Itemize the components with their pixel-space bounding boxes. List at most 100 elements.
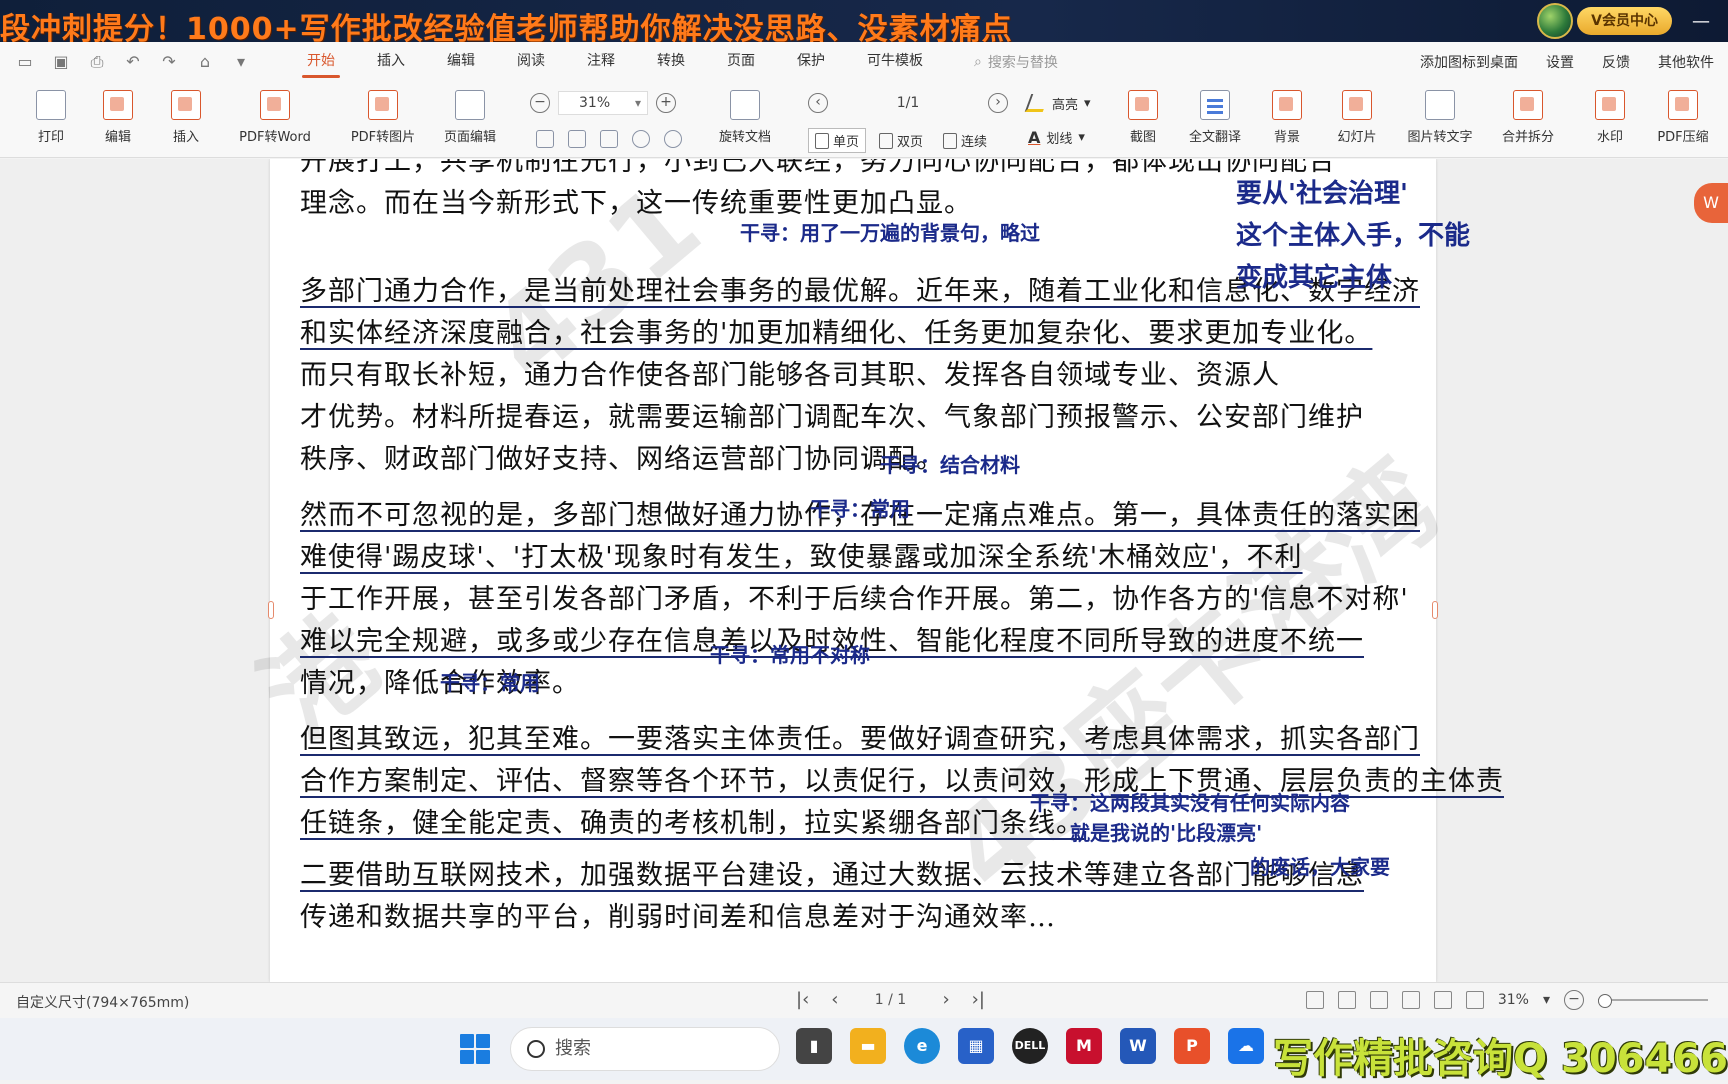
right-resize-handle[interactable] <box>1432 601 1438 619</box>
task-view-icon[interactable]: ▮ <box>796 1028 832 1064</box>
prev-page-icon[interactable]: ‹ <box>831 989 838 1010</box>
vip-center-button[interactable]: V会员中心 <box>1577 7 1672 35</box>
tab-templates[interactable]: 可牛模板 <box>846 42 944 82</box>
zoom-slider[interactable] <box>1598 994 1708 1008</box>
page-indicator[interactable]: 1/1 <box>897 95 920 111</box>
mcafee-icon[interactable]: M <box>1066 1028 1102 1064</box>
edit-label: 编辑 <box>104 130 131 145</box>
chevron-down-icon[interactable]: ▾ <box>230 52 252 72</box>
tab-protect[interactable]: 保护 <box>776 42 846 82</box>
pdf-to-image-button[interactable]: PDF转图片 <box>340 90 426 145</box>
essay-line: 难使得'踢皮球'、'打太极'现象时有发生，致使暴露或加深全系统'木桶效应'，不利 <box>300 542 1303 573</box>
continuous-view-icon[interactable] <box>1433 991 1452 1009</box>
slideshow-button[interactable]: 幻灯片 <box>1314 90 1400 145</box>
tab-start[interactable]: 开始 <box>286 42 356 82</box>
actual-size-icon[interactable] <box>600 130 618 148</box>
edge-browser-icon[interactable]: e <box>904 1028 940 1064</box>
rotate-left-icon[interactable] <box>632 130 650 148</box>
essay-line: 而只有取长补短，通力合作使各部门能够各司其职、发挥各自领域专业、资源人 <box>300 360 1280 391</box>
fit-width-icon[interactable] <box>536 130 554 148</box>
save-icon[interactable]: ▣ <box>50 52 72 72</box>
undo-icon[interactable]: ↶ <box>122 52 144 72</box>
actual-size-icon[interactable] <box>1369 991 1388 1009</box>
settings-link[interactable]: 设置 <box>1532 52 1588 72</box>
view-mode-icon[interactable] <box>1305 991 1324 1009</box>
open-folder-icon[interactable]: ▭ <box>14 52 36 72</box>
strikethrough-button[interactable]: A 划线 ▾ <box>1028 124 1091 150</box>
background-icon <box>1272 90 1302 120</box>
pdf-app-icon[interactable]: P <box>1174 1028 1210 1064</box>
double-page-button[interactable]: 双页 <box>872 128 930 153</box>
page-size-label: 自定义尺寸(794×765mm) <box>16 995 190 1011</box>
rotate-doc-button[interactable]: 旋转文档 <box>702 90 788 145</box>
fit-page-icon[interactable] <box>568 130 586 148</box>
last-page-icon[interactable]: ›| <box>972 989 985 1010</box>
highlight-label: 高亮 <box>1052 97 1079 113</box>
other-software-link[interactable]: 其他软件 <box>1644 52 1728 72</box>
first-page-icon[interactable]: |‹ <box>796 989 809 1010</box>
annotation-note: 干寻：结合材料 <box>880 453 1020 477</box>
photos-app-icon[interactable]: ☁ <box>1228 1028 1264 1064</box>
windows-start-icon[interactable] <box>460 1034 490 1064</box>
next-page-button[interactable]: › <box>988 93 1008 113</box>
zoom-select[interactable]: 31% <box>558 91 648 115</box>
compress-icon <box>1668 90 1698 120</box>
double-page-label: 双页 <box>897 135 924 150</box>
tab-insert[interactable]: 插入 <box>356 42 426 82</box>
tab-annotate[interactable]: 注释 <box>566 42 636 82</box>
search-input[interactable]: ⌕ 搜索与替换 <box>974 52 1058 72</box>
file-explorer-icon[interactable]: ▬ <box>850 1028 886 1064</box>
feedback-link[interactable]: 反馈 <box>1588 52 1644 72</box>
double-view-icon[interactable] <box>1465 991 1484 1009</box>
single-view-icon[interactable] <box>1401 991 1420 1009</box>
printer-icon <box>36 90 66 120</box>
taskbar-search[interactable]: 搜索 <box>510 1027 780 1071</box>
add-desktop-icon-link[interactable]: 添加图标到桌面 <box>1406 52 1532 72</box>
prev-page-button[interactable]: ‹ <box>808 93 828 113</box>
annotation-note: 干寻：这两段其实没有任何实际内容 <box>1030 791 1350 815</box>
essay-line: 难以完全规避，或多或少存在信息差以及时效性、智能化程度不同所导致的进度不统一 <box>300 626 1364 657</box>
document-viewport[interactable]: 431 43座卡港湾 港 开展打工，共享机制在先行，小到已大联经，努力同心协同配… <box>0 159 1728 982</box>
zoom-out-button[interactable]: − <box>1564 990 1584 1010</box>
dell-icon[interactable]: DELL <box>1012 1028 1048 1064</box>
continuous-button[interactable]: 连续 <box>936 128 994 153</box>
status-zoom-value[interactable]: 31% <box>1498 992 1529 1008</box>
vip-area[interactable]: V会员中心 — <box>1537 3 1710 39</box>
left-resize-handle[interactable] <box>268 601 274 619</box>
highlight-button[interactable]: 高亮 ▾ <box>1024 90 1091 116</box>
redo-icon[interactable]: ↷ <box>158 52 180 72</box>
store-icon[interactable]: ▦ <box>958 1028 994 1064</box>
menu-right-items: 添加图标到桌面 设置 反馈 其他软件 <box>1406 42 1728 82</box>
pdf-to-word-button[interactable]: PDF转Word <box>232 90 318 145</box>
strikethrough-label: 划线 <box>1046 131 1073 147</box>
margin-comment-line: 变成其它主体 <box>1236 263 1393 293</box>
word-app-icon[interactable]: W <box>1120 1028 1156 1064</box>
single-page-button[interactable]: 单页 <box>808 128 867 153</box>
chevron-down-icon[interactable]: ▾ <box>1543 992 1550 1008</box>
avatar[interactable] <box>1537 3 1574 39</box>
quick-access-toolbar: ▭ ▣ ⎙ ↶ ↷ ⌂ ▾ <box>14 52 252 72</box>
zoom-out-button[interactable]: − <box>530 93 550 113</box>
word-assistant-icon[interactable]: W <box>1694 183 1728 223</box>
pdf-compress-button[interactable]: PDF压缩 <box>1640 90 1726 145</box>
fit-icon[interactable] <box>1337 991 1356 1009</box>
tab-edit[interactable]: 编辑 <box>426 42 496 82</box>
status-page-indicator[interactable]: 1 / 1 <box>860 992 920 1008</box>
print-icon[interactable]: ⎙ <box>86 52 108 72</box>
image-to-text-button[interactable]: 图片转文字 <box>1397 90 1483 145</box>
home-icon[interactable]: ⌂ <box>194 52 216 72</box>
minimize-icon[interactable]: — <box>1692 11 1710 32</box>
pdf-to-word-label: PDF转Word <box>239 130 311 145</box>
page-edit-button[interactable]: 页面编辑 <box>427 90 513 145</box>
annotation-note: 就是我说的'比段漂亮' <box>1070 821 1263 845</box>
tab-convert[interactable]: 转换 <box>636 42 706 82</box>
zoom-group: − 31% + <box>530 90 700 148</box>
next-page-icon[interactable]: › <box>942 989 949 1010</box>
zoom-in-button[interactable]: + <box>656 93 676 113</box>
tab-read[interactable]: 阅读 <box>496 42 566 82</box>
rotate-right-icon[interactable] <box>664 130 682 148</box>
insert-button[interactable]: 插入 <box>143 90 229 145</box>
tab-page[interactable]: 页面 <box>706 42 776 82</box>
highlighter-icon <box>1024 94 1050 112</box>
merge-split-button[interactable]: 合并拆分 <box>1485 90 1571 145</box>
